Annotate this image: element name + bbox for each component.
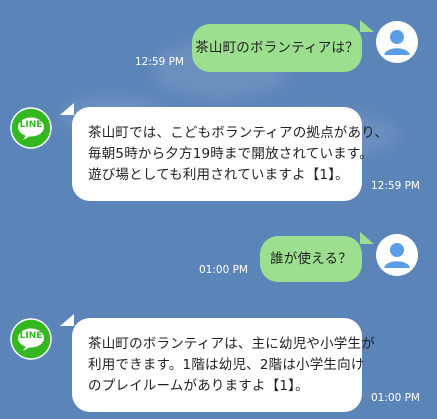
user-avatar-icon [376, 21, 418, 63]
line-bot-logo[interactable]: LINE [10, 107, 52, 149]
user-avatar-icon [376, 234, 418, 276]
bubble-tail [360, 20, 374, 32]
bubble-tail [60, 103, 74, 115]
message-line: 利用できます。1階は幼児、2階は小学生向け [88, 356, 365, 373]
user-message-bubble[interactable]: 誰が使える？ [260, 236, 362, 282]
bubble-tail [60, 314, 74, 326]
line-logo-label: LINE [19, 331, 43, 341]
message-text: 茶山町では、こどもボランティアの拠点があり、 毎朝5時から夕方19時まで開放され… [88, 123, 388, 186]
line-logo-label: LINE [19, 120, 43, 130]
user-avatar[interactable] [376, 234, 418, 276]
message-line: 遊び場としても利用されていますよ【1】。 [88, 166, 349, 183]
message-text: 茶山町のボランティアは？ [195, 39, 359, 56]
bot-message-bubble[interactable]: 茶山町では、こどもボランティアの拠点があり、 毎朝5時から夕方19時まで開放され… [72, 107, 388, 201]
message-timestamp: 12:59 PM [371, 180, 420, 192]
message-timestamp: 01:00 PM [199, 264, 248, 276]
message-line: のプレイルームがありますよ【1】。 [88, 377, 309, 394]
message-timestamp: 12:59 PM [135, 56, 184, 68]
message-timestamp: 01:00 PM [371, 392, 420, 404]
user-message-bubble[interactable]: 茶山町のボランティアは？ [192, 24, 362, 72]
line-bot-logo[interactable]: LINE [10, 318, 52, 360]
message-line: 茶山町では、こどもボランティアの拠点があり、 [88, 124, 389, 141]
message-text: 誰が使える？ [270, 250, 352, 267]
bot-message-bubble[interactable]: 茶山町のボランティアは、主に幼児や小学生が 利用できます。1階は幼児、2階は小学… [72, 318, 375, 412]
bubble-tail [360, 232, 374, 244]
chat-window: 茶山町のボランティアは？ 12:59 PM LINE 茶山町では、こどもボランテ… [0, 0, 437, 419]
message-line: 毎朝5時から夕方19時まで開放されています。 [88, 145, 373, 162]
message-line: 茶山町のボランティアは、主に幼児や小学生が [88, 335, 375, 352]
user-avatar[interactable] [376, 21, 418, 63]
message-text: 茶山町のボランティアは、主に幼児や小学生が 利用できます。1階は幼児、2階は小学… [88, 334, 375, 397]
